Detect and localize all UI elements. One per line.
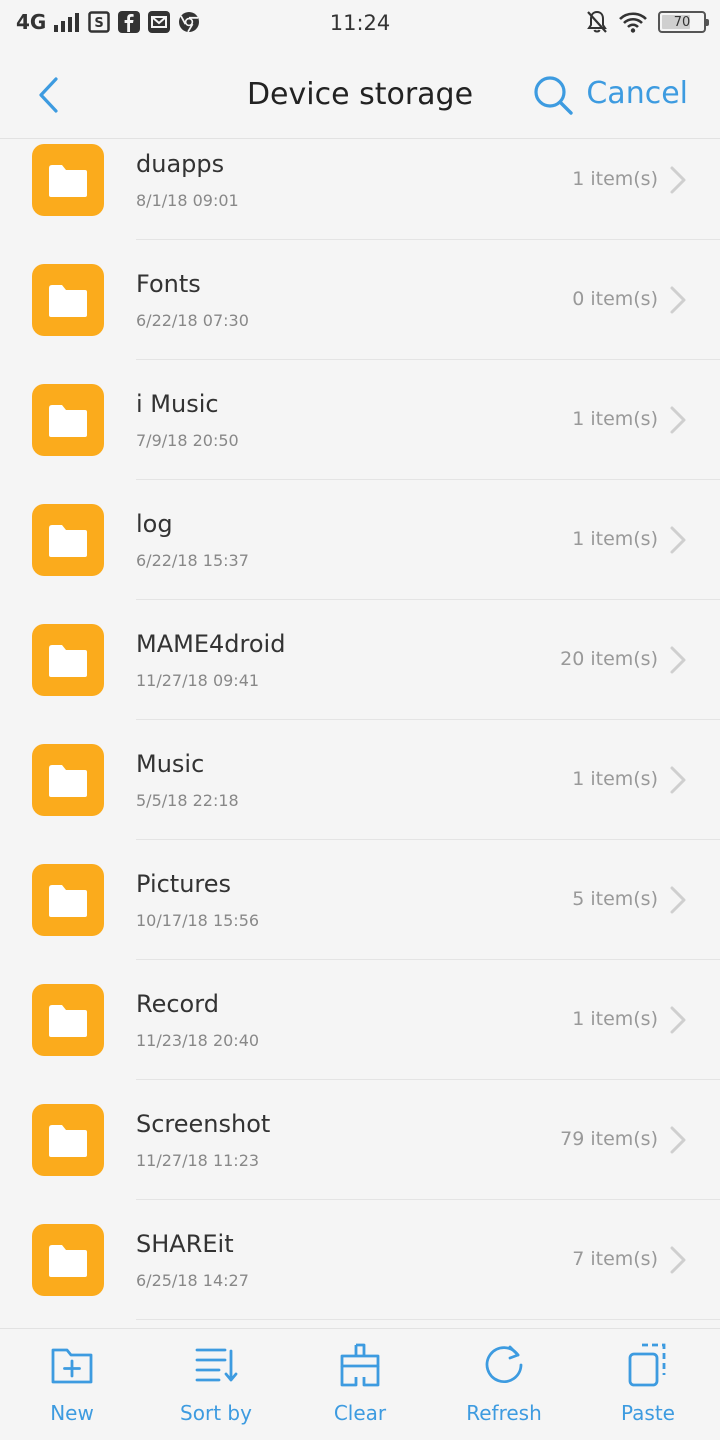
folder-row[interactable]: duapps 8/1/18 09:01 1 item(s) — [0, 140, 720, 240]
folder-icon — [32, 144, 104, 216]
broom-icon — [340, 1343, 380, 1387]
chevron-left-icon — [39, 77, 58, 113]
folder-icon — [32, 624, 104, 696]
folder-row[interactable]: Record 11/23/18 20:40 1 item(s) — [0, 960, 720, 1080]
sort-by-label: Sort by — [180, 1401, 252, 1425]
chevron-right-icon — [670, 766, 686, 794]
folder-name: SHAREit — [136, 1230, 234, 1258]
folder-icon — [32, 264, 104, 336]
folder-name: duapps — [136, 150, 225, 178]
folder-icon — [32, 984, 104, 1056]
paste-button[interactable]: Paste — [576, 1329, 720, 1440]
status-bar: 4G S 11:24 70 — [0, 0, 720, 50]
search-icon — [534, 76, 573, 115]
chevron-right-icon — [670, 286, 686, 314]
chevron-right-icon — [670, 406, 686, 434]
folder-row[interactable]: MAME4droid 11/27/18 09:41 20 item(s) — [0, 600, 720, 720]
folder-date: 5/5/18 22:18 — [136, 791, 239, 810]
status-right: 70 — [586, 10, 709, 34]
cancel-button[interactable]: Cancel — [586, 76, 688, 111]
folder-icon — [32, 504, 104, 576]
refresh-icon — [485, 1345, 523, 1384]
new-button[interactable]: New — [0, 1329, 144, 1440]
folder-row[interactable]: i Music 7/9/18 20:50 1 item(s) — [0, 360, 720, 480]
folder-row[interactable]: Pictures 10/17/18 15:56 5 item(s) — [0, 840, 720, 960]
row-divider — [136, 1319, 720, 1320]
clear-button[interactable]: Clear — [288, 1329, 432, 1440]
paste-icon — [628, 1343, 666, 1387]
folder-item-count: 1 item(s) — [572, 768, 658, 790]
folder-name: Fonts — [136, 270, 201, 298]
chevron-right-icon — [670, 886, 686, 914]
folder-icon — [32, 1224, 104, 1296]
sort-icon — [195, 1348, 238, 1382]
chevron-right-icon — [670, 1126, 686, 1154]
folder-date: 6/22/18 15:37 — [136, 551, 249, 570]
folder-date: 6/22/18 07:30 — [136, 311, 249, 330]
folder-date: 6/25/18 14:27 — [136, 1271, 249, 1290]
chevron-right-icon — [670, 646, 686, 674]
refresh-button[interactable]: Refresh — [432, 1329, 576, 1440]
folder-date: 7/9/18 20:50 — [136, 431, 239, 450]
folder-item-count: 7 item(s) — [572, 1248, 658, 1270]
folder-name: i Music — [136, 390, 219, 418]
folder-row[interactable]: Fonts 6/22/18 07:30 0 item(s) — [0, 240, 720, 360]
search-button[interactable] — [530, 72, 576, 118]
folder-row[interactable]: SHAREit 6/25/18 14:27 7 item(s) — [0, 1200, 720, 1320]
chevron-right-icon — [670, 1246, 686, 1274]
folder-date: 11/23/18 20:40 — [136, 1031, 260, 1050]
battery-level: 70 — [673, 14, 691, 30]
folder-name: Pictures — [136, 870, 232, 898]
new-label: New — [50, 1401, 94, 1425]
wifi-icon — [619, 12, 647, 33]
file-list: duapps 8/1/18 09:01 1 item(s) Fonts 6/22/18 … — [0, 140, 720, 1328]
folder-row[interactable]: Screenshot 11/27/18 11:23 79 item(s) — [0, 1080, 720, 1200]
folder-name: log — [136, 510, 173, 538]
folder-row[interactable]: Music 5/5/18 22:18 1 item(s) — [0, 720, 720, 840]
refresh-label: Refresh — [466, 1401, 542, 1425]
folder-item-count: 1 item(s) — [572, 1008, 658, 1030]
notifications-off-icon — [587, 10, 607, 33]
chevron-right-icon — [670, 166, 686, 194]
folder-date: 8/1/18 09:01 — [136, 191, 239, 210]
new-folder-icon — [51, 1348, 93, 1384]
folder-row[interactable]: log 6/22/18 15:37 1 item(s) — [0, 480, 720, 600]
header: Device storage Cancel — [0, 50, 720, 139]
chevron-right-icon — [670, 1006, 686, 1034]
folder-icon — [32, 744, 104, 816]
folder-item-count: 0 item(s) — [572, 288, 658, 310]
paste-label: Paste — [621, 1401, 675, 1425]
folder-name: Record — [136, 990, 219, 1018]
chevron-right-icon — [670, 526, 686, 554]
folder-name: Screenshot — [136, 1110, 271, 1138]
back-button[interactable] — [28, 70, 72, 120]
folder-item-count: 79 item(s) — [560, 1128, 658, 1150]
bottom-toolbar: New Sort by Clear Refresh Paste — [0, 1328, 720, 1440]
folder-icon — [32, 384, 104, 456]
folder-item-count: 5 item(s) — [572, 888, 658, 910]
clear-label: Clear — [333, 1401, 387, 1425]
folder-name: MAME4droid — [136, 630, 286, 658]
folder-icon — [32, 864, 104, 936]
folder-name: Music — [136, 750, 205, 778]
folder-item-count: 1 item(s) — [572, 168, 658, 190]
folder-item-count: 20 item(s) — [560, 648, 658, 670]
folder-date: 10/17/18 15:56 — [136, 911, 260, 930]
folder-date: 11/27/18 11:23 — [136, 1151, 260, 1170]
folder-icon — [32, 1104, 104, 1176]
folder-date: 11/27/18 09:41 — [136, 671, 260, 690]
folder-item-count: 1 item(s) — [572, 528, 658, 550]
folder-item-count: 1 item(s) — [572, 408, 658, 430]
battery-icon: 70 — [658, 11, 709, 33]
sort-by-button[interactable]: Sort by — [144, 1329, 288, 1440]
